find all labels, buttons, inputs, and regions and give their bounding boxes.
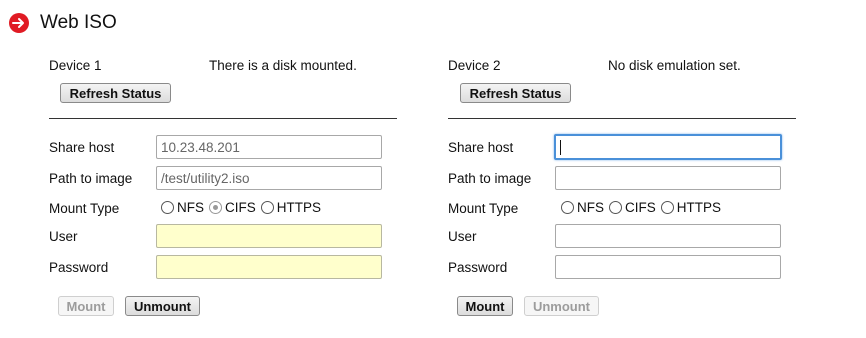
arrow-right-icon [9, 13, 29, 33]
unmount-button[interactable]: Unmount [125, 296, 200, 316]
path-to-image-label: Path to image [49, 171, 133, 186]
mount-type-label: Mount Type [49, 201, 120, 216]
refresh-status-button[interactable]: Refresh Status [60, 83, 171, 103]
radio-button-checked-icon[interactable] [209, 201, 222, 214]
mount-type-radio-group: NFS CIFS HTTPS [561, 200, 726, 215]
user-label: User [448, 229, 477, 244]
share-host-label: Share host [49, 140, 115, 155]
refresh-status-button[interactable]: Refresh Status [460, 83, 571, 103]
divider [49, 118, 397, 119]
mount-button[interactable]: Mount [58, 296, 114, 316]
share-host-field[interactable] [554, 134, 782, 160]
path-to-image-field[interactable]: /test/utility2.iso [156, 166, 382, 190]
radio-nfs[interactable]: NFS [161, 200, 204, 215]
radio-button-icon[interactable] [561, 201, 574, 214]
radio-nfs[interactable]: NFS [561, 200, 604, 215]
password-label: Password [49, 260, 109, 275]
user-field[interactable] [156, 224, 382, 248]
radio-button-icon[interactable] [260, 201, 274, 214]
device-name: Device 2 [448, 58, 501, 73]
radio-button-icon[interactable] [161, 201, 174, 214]
user-label: User [49, 229, 78, 244]
mount-type-radio-group: NFS CIFS HTTPS [161, 200, 326, 215]
device-2-panel: Device 2 No disk emulation set. Refresh … [448, 0, 798, 338]
radio-button-icon[interactable] [660, 201, 674, 214]
device-name: Device 1 [49, 58, 102, 73]
password-field[interactable] [156, 255, 382, 279]
device-status: There is a disk mounted. [209, 58, 357, 73]
unmount-button[interactable]: Unmount [524, 296, 599, 316]
path-to-image-label: Path to image [448, 171, 532, 186]
share-host-field[interactable]: 10.23.48.201 [156, 135, 382, 159]
share-host-label: Share host [448, 140, 514, 155]
password-label: Password [448, 260, 508, 275]
device-1-panel: Device 1 There is a disk mounted. Refres… [49, 0, 399, 338]
path-to-image-field[interactable] [555, 166, 781, 190]
radio-cifs[interactable]: CIFS [609, 200, 656, 215]
mount-type-label: Mount Type [448, 201, 519, 216]
radio-button-icon[interactable] [609, 201, 622, 214]
radio-cifs[interactable]: CIFS [209, 200, 256, 215]
radio-https[interactable]: HTTPS [260, 200, 321, 215]
text-caret [560, 139, 561, 155]
mount-button[interactable]: Mount [457, 296, 513, 316]
password-field[interactable] [555, 255, 781, 279]
device-status: No disk emulation set. [608, 58, 741, 73]
radio-https[interactable]: HTTPS [660, 200, 721, 215]
divider [448, 118, 796, 119]
user-field[interactable] [555, 224, 781, 248]
